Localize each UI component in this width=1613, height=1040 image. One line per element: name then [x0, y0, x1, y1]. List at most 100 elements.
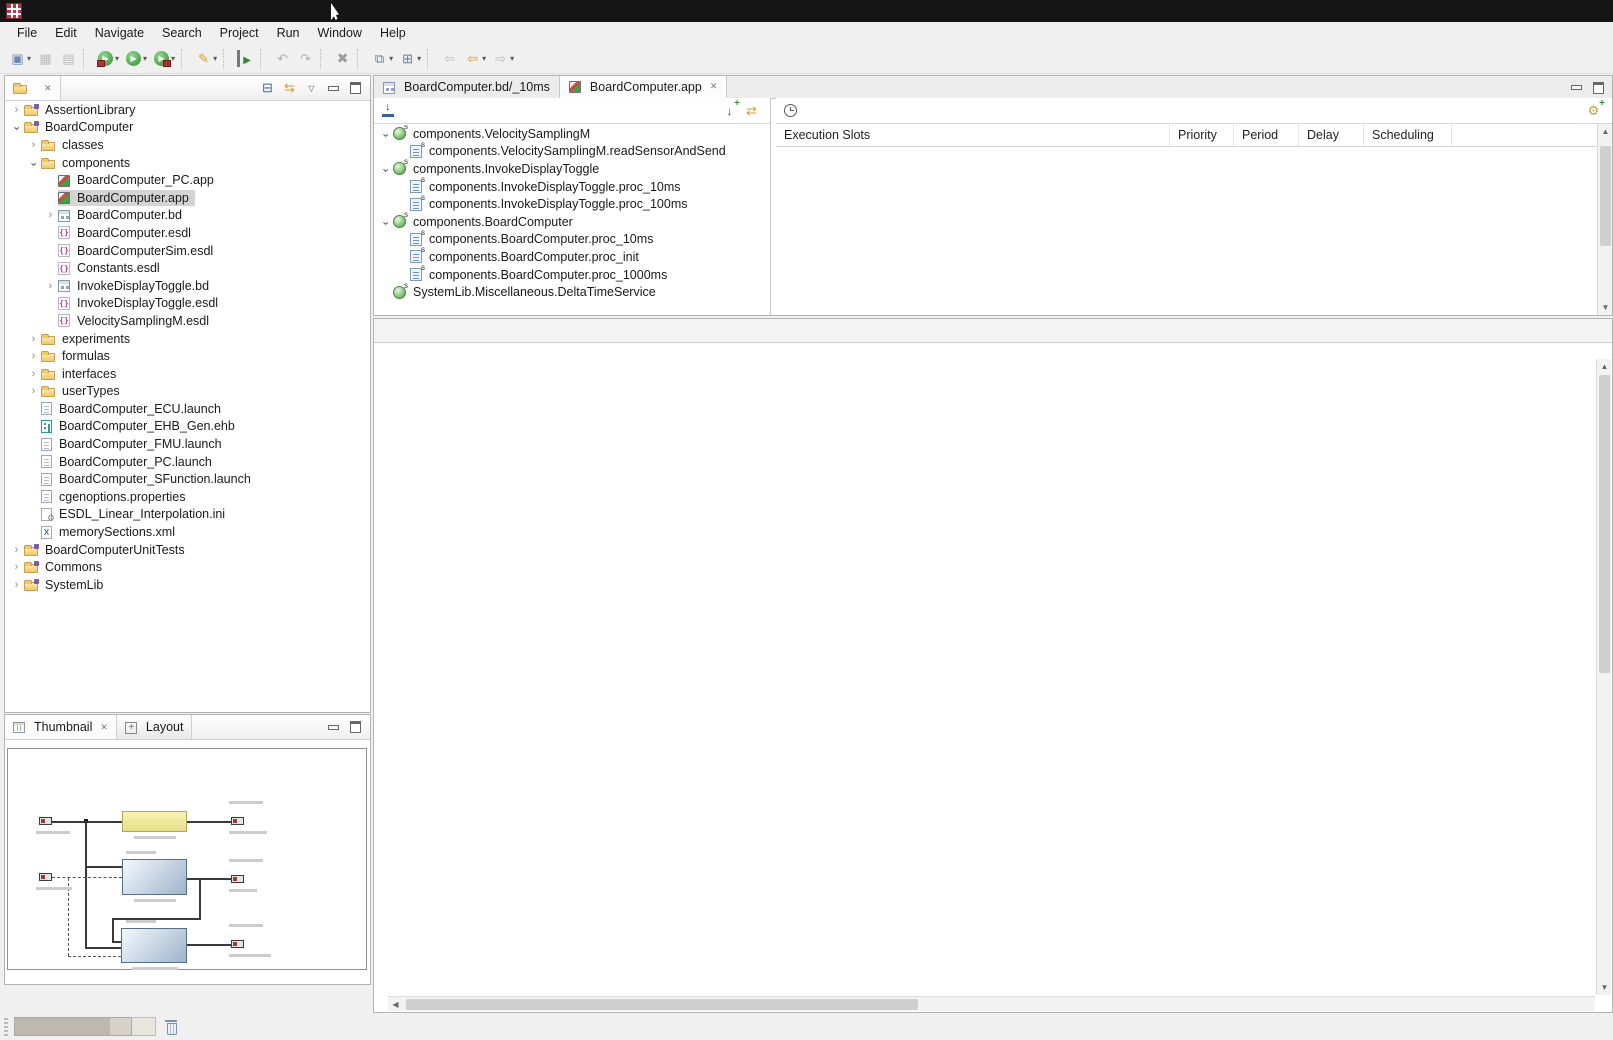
- maximize-button[interactable]: [1588, 77, 1609, 98]
- column-header-period[interactable]: Period: [1233, 124, 1298, 146]
- explorer-item-invokedisplaytoggle-bd[interactable]: ›InvokeDisplayToggle.bd: [6, 277, 369, 295]
- explorer-item-boardcomputer-ecu-launch[interactable]: BoardComputer_ECU.launch: [6, 400, 369, 418]
- editor-tab-boardcomputer-bd-10ms[interactable]: BoardComputer.bd/_10ms: [374, 76, 560, 98]
- dropdown-arrow-icon[interactable]: ▾: [143, 54, 147, 63]
- menu-navigate[interactable]: Navigate: [86, 24, 153, 42]
- console-log[interactable]: [379, 359, 1595, 994]
- close-icon[interactable]: ✕: [710, 81, 718, 92]
- expand-toggle-icon[interactable]: ›: [26, 350, 41, 362]
- forward-button[interactable]: ▾: [489, 48, 517, 69]
- console-horizontal-scrollbar[interactable]: ◀: [388, 996, 1595, 1011]
- collapse-toggle-icon[interactable]: ›: [379, 216, 391, 231]
- expand-toggle-icon[interactable]: ›: [26, 385, 41, 397]
- schedule-vertical-scrollbar[interactable]: ▲ ▼: [1597, 124, 1612, 315]
- format-paint-button[interactable]: ▾: [192, 48, 220, 69]
- dropdown-arrow-icon[interactable]: ▾: [417, 54, 421, 63]
- console-vertical-scrollbar[interactable]: ▲ ▼: [1596, 359, 1611, 995]
- expand-toggle-icon[interactable]: ›: [9, 104, 24, 116]
- scroll-up-icon[interactable]: ▲: [1597, 359, 1612, 374]
- collapse-toggle-icon[interactable]: ›: [379, 163, 391, 178]
- maximize-button[interactable]: [345, 717, 366, 738]
- menu-edit[interactable]: Edit: [46, 24, 86, 42]
- link-with-editor-button[interactable]: [279, 78, 300, 99]
- entry-point-item-components-boardcomputer-proc-1000ms[interactable]: components.BoardComputer.proc_1000ms: [375, 266, 769, 284]
- save-button[interactable]: [34, 48, 57, 69]
- explorer-item-classes[interactable]: ›classes: [6, 136, 369, 154]
- run-build-button[interactable]: ▾: [94, 48, 122, 69]
- save-all-button[interactable]: [57, 48, 80, 69]
- view-menu-button[interactable]: [301, 78, 322, 99]
- explorer-item-boardcomputer-ehb-gen-ehb[interactable]: BoardComputer_EHB_Gen.ehb: [6, 418, 369, 436]
- diagram-block[interactable]: [121, 928, 187, 963]
- dropdown-arrow-icon[interactable]: ▾: [482, 54, 486, 63]
- scrollbar-thumb[interactable]: [1599, 375, 1610, 673]
- entry-point-item-components-velocitysamplingm[interactable]: ›components.VelocitySamplingM: [375, 125, 769, 143]
- dropdown-arrow-icon[interactable]: ▾: [171, 54, 175, 63]
- dropdown-arrow-icon[interactable]: ▾: [510, 54, 514, 63]
- collapse-all-button[interactable]: [257, 78, 278, 99]
- explorer-item-constants-esdl[interactable]: Constants.esdl: [6, 259, 369, 277]
- menu-help[interactable]: Help: [371, 24, 415, 42]
- diagram-block[interactable]: [122, 811, 187, 832]
- minimize-button[interactable]: [1566, 77, 1587, 98]
- menu-file[interactable]: File: [8, 24, 46, 42]
- expand-toggle-icon[interactable]: ›: [26, 333, 41, 345]
- expand-toggle-icon[interactable]: ›: [26, 368, 41, 380]
- menu-run[interactable]: Run: [268, 24, 309, 42]
- wrench-add-button[interactable]: [1583, 100, 1604, 121]
- open-type-button[interactable]: ▾: [368, 48, 396, 69]
- explorer-item-cgenoptions-properties[interactable]: cgenoptions.properties: [6, 488, 369, 506]
- scroll-down-icon[interactable]: ▼: [1598, 300, 1613, 315]
- run-garbage-collector-button[interactable]: [164, 1019, 179, 1035]
- expand-toggle-icon[interactable]: ›: [43, 209, 58, 221]
- close-icon[interactable]: ✕: [100, 722, 108, 733]
- scroll-up-icon[interactable]: ▲: [1598, 124, 1613, 139]
- entry-point-item-components-invokedisplaytoggle[interactable]: ›components.InvokeDisplayToggle: [375, 160, 769, 178]
- filter-button[interactable]: [741, 100, 762, 121]
- entry-point-item-components-invokedisplaytoggle-proc-10ms[interactable]: components.InvokeDisplayToggle.proc_10ms: [375, 178, 769, 196]
- column-header-priority[interactable]: Priority: [1169, 124, 1233, 146]
- open-resource-button[interactable]: ▾: [396, 48, 424, 69]
- run-button[interactable]: ▾: [122, 48, 150, 69]
- scroll-left-icon[interactable]: ◀: [388, 997, 403, 1012]
- dropdown-arrow-icon[interactable]: ▾: [213, 54, 217, 63]
- expand-toggle-icon[interactable]: ›: [9, 561, 24, 573]
- dropdown-arrow-icon[interactable]: ▾: [389, 54, 393, 63]
- explorer-item-commons[interactable]: ›Commons: [6, 558, 369, 576]
- run-experiment-button[interactable]: ▾: [150, 48, 178, 69]
- explorer-item-esdl-linear-interpolation-ini[interactable]: ESDL_Linear_Interpolation.ini: [6, 506, 369, 524]
- dropdown-arrow-icon[interactable]: ▾: [115, 54, 119, 63]
- expand-toggle-icon[interactable]: ›: [9, 579, 24, 591]
- explorer-item-boardcomputerunittests[interactable]: ›BoardComputerUnitTests: [6, 541, 369, 559]
- explorer-item-boardcomputer-sfunction-launch[interactable]: BoardComputer_SFunction.launch: [6, 470, 369, 488]
- entry-point-item-components-velocitysamplingm-readsensorandsend[interactable]: components.VelocitySamplingM.readSensorA…: [375, 143, 769, 161]
- expand-toggle-icon[interactable]: ›: [9, 544, 24, 556]
- entry-point-item-systemlib-miscellaneous-deltatimeservice[interactable]: SystemLib.Miscellaneous.DeltaTimeService: [375, 283, 769, 301]
- step-run-button[interactable]: [234, 48, 257, 69]
- explorer-item-systemlib[interactable]: ›SystemLib: [6, 576, 369, 594]
- undo-button[interactable]: [271, 48, 294, 69]
- stop-button[interactable]: [331, 48, 354, 69]
- explorer-item-boardcomputersim-esdl[interactable]: BoardComputerSim.esdl: [6, 242, 369, 260]
- menu-project[interactable]: Project: [211, 24, 268, 42]
- explorer-item-boardcomputer-esdl[interactable]: BoardComputer.esdl: [6, 224, 369, 242]
- back-button[interactable]: ▾: [461, 48, 489, 69]
- scroll-down-icon[interactable]: ▼: [1597, 980, 1612, 995]
- explorer-item-usertypes[interactable]: ›userTypes: [6, 383, 369, 401]
- explorer-item-boardcomputer-fmu-launch[interactable]: BoardComputer_FMU.launch: [6, 435, 369, 453]
- explorer-item-memorysections-xml[interactable]: memorySections.xml: [6, 523, 369, 541]
- expand-toggle-icon[interactable]: ›: [43, 280, 58, 292]
- collapse-toggle-icon[interactable]: ›: [379, 128, 391, 143]
- entry-point-item-components-boardcomputer-proc-init[interactable]: components.BoardComputer.proc_init: [375, 248, 769, 266]
- dropdown-arrow-icon[interactable]: ▾: [27, 54, 31, 63]
- explorer-item-boardcomputer-pc-app[interactable]: BoardComputer_PC.app: [6, 171, 369, 189]
- column-header-execution-slots[interactable]: Execution Slots: [776, 124, 1169, 146]
- explorer-item-assertionlibrary[interactable]: ›AssertionLibrary: [6, 101, 369, 119]
- explorer-item-interfaces[interactable]: ›interfaces: [6, 365, 369, 383]
- column-header-scheduling[interactable]: Scheduling: [1363, 124, 1451, 146]
- menu-window[interactable]: Window: [309, 24, 371, 42]
- expand-toggle-icon[interactable]: ›: [26, 139, 41, 151]
- collapse-toggle-icon[interactable]: ›: [10, 121, 22, 136]
- scrollbar-thumb[interactable]: [1600, 146, 1611, 246]
- thumbnail-canvas[interactable]: [7, 748, 367, 970]
